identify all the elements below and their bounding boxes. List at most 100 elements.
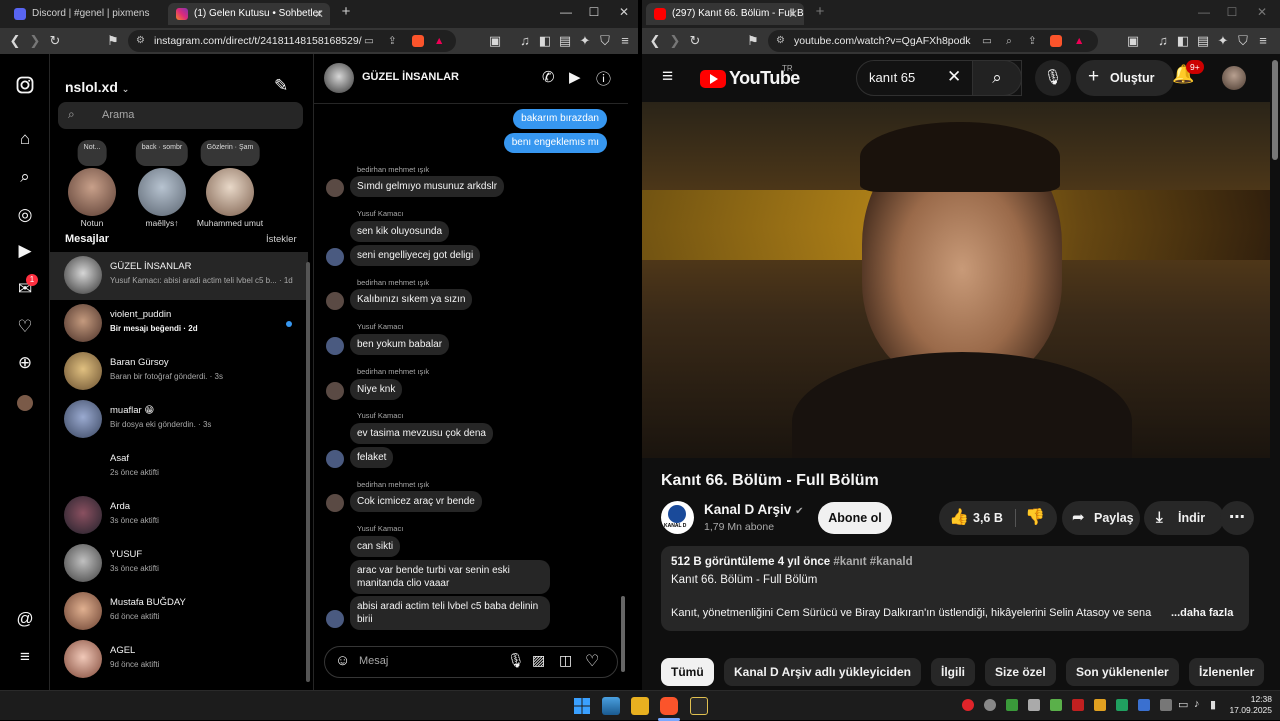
sender-avatar[interactable] [326,179,344,197]
chat-avatar[interactable] [324,63,354,93]
conversation-item[interactable]: Arda 3s önce aktifti [50,492,308,540]
bookmark-icon[interactable]: ⚑ [744,28,762,54]
url-field[interactable]: ⚙ instagram.com/direct/t/241811481581685… [128,30,456,52]
site-settings-icon[interactable]: ⚙ [776,30,785,52]
message-input[interactable]: ☺ Mesaj 🎙 ▨ ◫ ♡ [324,646,618,678]
explore-icon[interactable]: ◎ [14,204,36,226]
reload-icon[interactable]: ↻ [46,28,64,54]
show-more-link[interactable]: ...daha fazla [1171,607,1233,619]
account-switcher[interactable]: nslol.xd ⌄ [65,79,129,95]
conversation-item[interactable]: muaflar 😁 Bir dosya eki gönderdin. · 3s [50,396,308,444]
reels-icon[interactable]: ▶ [14,240,36,262]
create-plus-icon[interactable]: ⊕ [14,352,36,374]
brave-browser-icon[interactable] [660,697,678,715]
tab-discord[interactable]: Discord | #genel | pixmens [6,3,164,25]
sticker-icon[interactable]: ◫ [559,652,572,669]
forward-icon[interactable]: ❯ [666,28,684,54]
volume-icon[interactable]: ♪ [1194,698,1200,710]
menu-icon[interactable]: ≡ [1254,28,1272,54]
instagram-logo-icon[interactable] [14,76,36,98]
tray-app-icon[interactable] [1138,699,1150,711]
download-button[interactable]: ⤓ İndir [1144,501,1224,535]
new-tab-button[interactable]: + [336,3,356,20]
sender-avatar[interactable] [326,292,344,310]
conversation-item[interactable]: Baran Gürsoy Baran bir fotoğraf gönderdi… [50,348,308,396]
app-icon[interactable] [690,697,708,715]
battery-icon[interactable]: ▮ [1210,698,1216,711]
chip-watched[interactable]: İzlenenler [1189,658,1265,686]
minimize-button[interactable]: — [556,5,576,19]
new-message-icon[interactable]: ✎ [274,76,288,96]
page-scrollbar[interactable] [1270,54,1280,690]
profile-avatar-icon[interactable] [14,392,36,414]
close-tab-icon[interactable]: ✕ [314,3,324,25]
chat-title[interactable]: GÜZEL İNSANLAR [362,71,459,83]
share-button[interactable]: ➦ Paylaş [1062,501,1140,535]
share-icon[interactable]: ⇪ [1028,30,1037,52]
chip-all[interactable]: Tümü [661,658,714,686]
chat-scrollbar[interactable] [619,104,627,684]
threads-icon[interactable]: @ [14,608,36,630]
share-icon[interactable]: ⇪ [388,30,397,52]
tray-app-icon[interactable] [984,699,996,711]
more-menu-icon[interactable]: ≡ [14,646,36,668]
brave-shield-icon[interactable] [1050,35,1062,47]
image-icon[interactable]: ▨ [532,652,545,669]
chip-from-uploader[interactable]: Kanal D Arşiv adlı yükleyiciden [724,658,921,686]
chip-recent-uploads[interactable]: Son yüklenenler [1066,658,1179,686]
split-view-icon[interactable]: ◧ [536,28,554,54]
menu-icon[interactable]: ≡ [616,28,634,54]
conversation-item[interactable]: violent_puddin Bir mesajı beğendi · 2d [50,300,308,348]
tab-instagram[interactable]: (1) Gelen Kutusu • Sohbetler ✕ [168,3,330,25]
list-scrollbar[interactable] [306,262,310,682]
emoji-icon[interactable]: ☺ [335,652,350,669]
split-view-icon[interactable]: ◧ [1174,28,1192,54]
media-icon[interactable]: ♫ [516,28,534,54]
notifications-heart-icon[interactable]: ♡ [14,316,36,338]
sender-avatar[interactable] [326,382,344,400]
like-button[interactable]: 👍 3,6 B [939,501,1015,535]
info-icon[interactable]: ⓘ [596,68,611,89]
channel-name[interactable]: Kanal D Arşiv ✔ [704,502,803,517]
cast-icon[interactable]: ▭ [982,30,992,52]
url-field[interactable]: ⚙ youtube.com/watch?v=QgAFXh8podk ▭ ⌕ ⇪ … [768,30,1098,52]
chip-for-you[interactable]: Size özel [985,658,1056,686]
search-input[interactable]: ⌕ Arama [58,102,303,129]
search-button[interactable]: ⌕ [972,60,1022,96]
network-icon[interactable]: ▭ [1178,698,1188,711]
voice-search-button[interactable]: 🎙 [1035,60,1071,96]
close-window-button[interactable]: ✕ [1252,5,1272,19]
tray-app-icon[interactable] [1094,699,1106,711]
leo-ai-icon[interactable]: ✦ [1214,28,1232,54]
conversation-item[interactable]: AGEL 9d önce aktifti [50,636,308,684]
site-settings-icon[interactable]: ⚙ [136,30,145,52]
close-window-button[interactable]: ✕ [614,5,634,19]
tray-app-icon[interactable] [1006,699,1018,711]
zoom-icon[interactable]: ⌕ [1006,30,1012,52]
clock[interactable]: 12:38 17.09.2025 [1226,694,1272,716]
tray-app-icon[interactable] [1050,699,1062,711]
maximize-button[interactable]: ☐ [584,5,604,19]
clear-search-icon[interactable]: ✕ [947,67,961,87]
sender-avatar[interactable] [326,248,344,266]
vpn-icon[interactable]: ⛉ [1234,28,1252,54]
bookmark-icon[interactable]: ⚑ [104,28,122,54]
tab-youtube[interactable]: (297) Kanıt 66. Bölüm - Full B... ✕ [646,3,804,25]
widgets-icon[interactable] [602,697,620,715]
cast-icon[interactable]: ▭ [364,30,374,52]
more-actions-button[interactable]: ⋯ [1220,501,1254,535]
conversation-item[interactable]: Mustafa BUĞDAY 6d önce aktifti [50,588,308,636]
sender-avatar[interactable] [326,337,344,355]
create-button[interactable]: + Oluştur [1076,60,1174,96]
conversation-item[interactable]: GÜZEL İNSANLAR Yusuf Kamacı: abisi aradi… [50,252,308,300]
back-icon[interactable]: ❮ [6,28,24,54]
dislike-button[interactable]: 👎 [1025,501,1045,535]
close-tab-icon[interactable]: ✕ [788,3,798,25]
tray-app-icon[interactable] [1116,699,1128,711]
leo-ai-icon[interactable]: ✦ [576,28,594,54]
notifications-bell-icon[interactable]: 🔔 9+ [1172,60,1204,85]
phone-icon[interactable]: ✆ [542,68,555,86]
subscribe-button[interactable]: Abone ol [818,502,892,534]
like-heart-icon[interactable]: ♡ [585,651,599,671]
media-icon[interactable]: ♫ [1154,28,1172,54]
